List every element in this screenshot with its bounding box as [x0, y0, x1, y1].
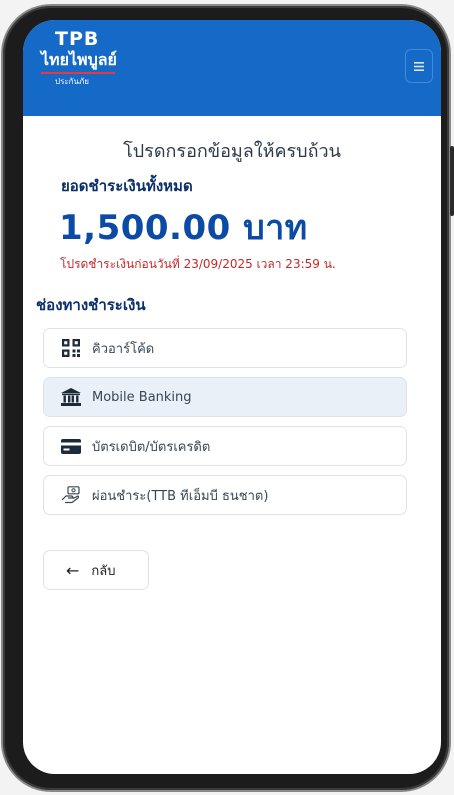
- payment-option-label: บัตรเดบิต/บัตรเครดิต: [92, 439, 211, 455]
- page: TPB ไทยไพบูลย์ ประกันภัย โปรดกรอกข้อมูลใ…: [0, 0, 454, 795]
- payment-option-label: ผ่อนชำระ(TTB ทีเอ็มบี ธนชาต): [92, 488, 269, 504]
- credit-card-icon: [60, 437, 82, 455]
- arrow-left-icon: ←: [66, 560, 80, 580]
- total-label: ยอดชำระเงินทั้งหมด: [61, 177, 193, 195]
- phone-screen: TPB ไทยไพบูลย์ ประกันภัย โปรดกรอกข้อมูลใ…: [23, 20, 441, 774]
- payment-option-card[interactable]: บัตรเดบิต/บัตรเครดิต: [43, 426, 407, 466]
- hamburger-menu-icon: [414, 61, 424, 71]
- payment-option-installment[interactable]: ผ่อนชำระ(TTB ทีเอ็มบี ธนชาต): [43, 475, 407, 515]
- logo-underline: [41, 72, 115, 74]
- app-header: TPB ไทยไพบูลย์ ประกันภัย: [23, 20, 441, 116]
- form-prompt: โปรดกรอกข้อมูลให้ครบถ้วน: [123, 141, 341, 162]
- back-button-label: กลับ: [91, 563, 116, 579]
- brand-short: TPB: [55, 28, 100, 50]
- menu-button[interactable]: [405, 49, 433, 83]
- payment-option-label: Mobile Banking: [92, 389, 192, 405]
- installment-hand-icon: [60, 486, 82, 504]
- bank-icon: [60, 388, 82, 406]
- due-date-notice: โปรดชำระเงินก่อนวันที่ 23/09/2025 เวลา 2…: [60, 257, 336, 271]
- phone-frame: TPB ไทยไพบูลย์ ประกันภัย โปรดกรอกข้อมูลใ…: [3, 6, 454, 790]
- brand-logo[interactable]: TPB ไทยไพบูลย์ ประกันภัย: [41, 30, 117, 86]
- brand-subtitle: ประกันภัย: [55, 77, 89, 86]
- qr-code-icon: [60, 339, 82, 357]
- payment-option-qr[interactable]: คิวอาร์โค้ด: [43, 328, 407, 368]
- side-button: [450, 146, 454, 216]
- payment-option-label: คิวอาร์โค้ด: [92, 341, 155, 357]
- payment-channels-heading: ช่องทางชำระเงิน: [36, 296, 146, 314]
- brand-thai-name: ไทยไพบูลย์: [41, 50, 117, 69]
- payment-option-mobile-banking[interactable]: Mobile Banking: [43, 377, 407, 417]
- total-amount: 1,500.00 บาท: [59, 208, 308, 248]
- back-button[interactable]: ← กลับ: [43, 550, 149, 590]
